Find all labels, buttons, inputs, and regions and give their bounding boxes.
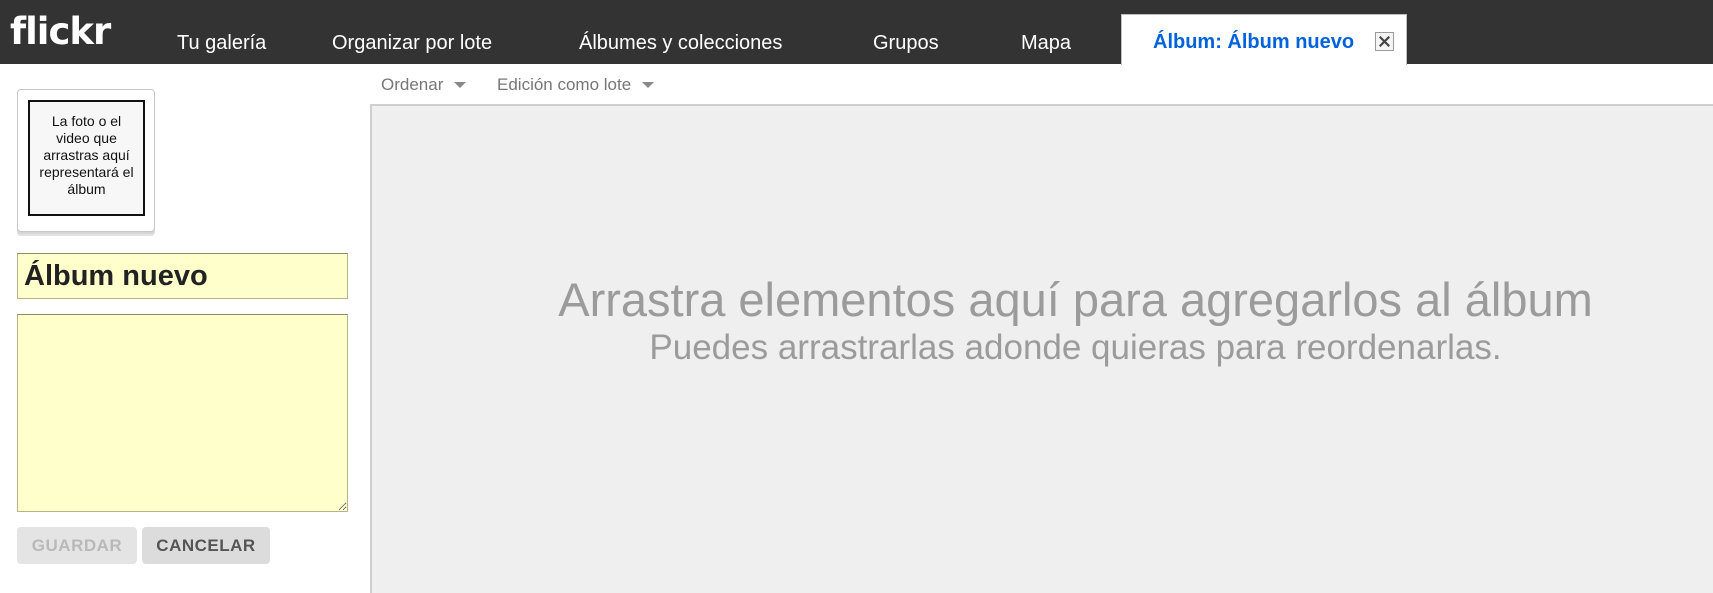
- batch-edit-dropdown[interactable]: Edición como lote: [497, 75, 655, 95]
- tab-your-gallery[interactable]: Tu galería: [177, 0, 266, 64]
- chevron-down-icon: [642, 81, 655, 88]
- tab-album-new-active[interactable]: Álbum: Álbum nuevo: [1121, 14, 1407, 65]
- save-button[interactable]: GUARDAR: [17, 527, 137, 564]
- album-drop-area[interactable]: Arrastra elementos aquí para agregarlos …: [370, 104, 1713, 593]
- sort-dropdown[interactable]: Ordenar: [381, 75, 467, 95]
- sort-dropdown-label: Ordenar: [381, 75, 444, 94]
- cancel-button[interactable]: CANCELAR: [142, 527, 270, 564]
- flickr-logo[interactable]: flickr: [10, 12, 111, 52]
- tab-albums-collections[interactable]: Álbumes y colecciones: [579, 0, 782, 64]
- active-tab-label: Álbum: Álbum nuevo: [1153, 31, 1355, 53]
- drop-area-subheading: Puedes arrastrarlas adonde quieras para …: [649, 328, 1502, 367]
- album-cover-card: La foto o el video que arrastras aquí re…: [17, 89, 155, 232]
- album-cover-hint: La foto o el video que arrastras aquí re…: [39, 113, 134, 197]
- batch-edit-dropdown-label: Edición como lote: [497, 75, 632, 94]
- organizer-toolbar: Ordenar Edición como lote: [371, 64, 1713, 104]
- chevron-down-icon: [454, 81, 467, 88]
- drop-area-heading: Arrastra elementos aquí para agregarlos …: [558, 273, 1593, 326]
- close-icon[interactable]: [1375, 32, 1394, 51]
- tab-groups[interactable]: Grupos: [873, 0, 939, 64]
- top-navigation-bar: flickr Tu galería Organizar por lote Álb…: [0, 0, 1713, 65]
- album-title-input[interactable]: [17, 253, 348, 299]
- album-cover-drop-target[interactable]: La foto o el video que arrastras aquí re…: [17, 89, 155, 232]
- album-cover-placeholder: La foto o el video que arrastras aquí re…: [28, 100, 145, 216]
- album-description-input[interactable]: [17, 314, 348, 512]
- tab-batch-organize[interactable]: Organizar por lote: [332, 0, 492, 64]
- tab-map[interactable]: Mapa: [1021, 0, 1071, 64]
